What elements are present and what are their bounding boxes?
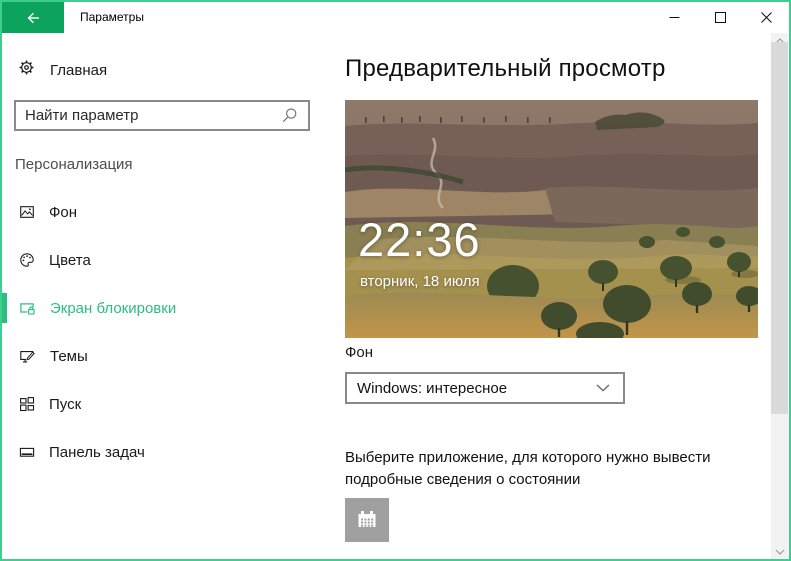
sidebar-item-label: Экран блокировки xyxy=(50,299,177,317)
maximize-icon xyxy=(714,12,726,23)
sidebar-item-start[interactable]: Пуск xyxy=(2,380,345,428)
preview-clock-date: вторник, 18 июля xyxy=(360,273,480,290)
sidebar-item-home[interactable]: Главная xyxy=(2,52,345,88)
main-content: Предварительный просмотр 22:36 вторник, … xyxy=(345,33,771,559)
settings-window: Параметры Главная Найти параметр Персона… xyxy=(0,0,791,561)
back-arrow-icon xyxy=(25,10,41,26)
page-title: Предварительный просмотр xyxy=(345,55,666,82)
search-input[interactable] xyxy=(16,107,281,124)
sidebar-nav: Фон Цвета Экран блокировки Темы Пуск Пан… xyxy=(2,188,345,476)
titlebar: Параметры xyxy=(2,2,789,33)
close-button[interactable] xyxy=(743,2,789,33)
sidebar-item-themes[interactable]: Темы xyxy=(2,332,345,380)
scrollbar-thumb[interactable] xyxy=(771,42,788,414)
sidebar-item-label: Главная xyxy=(50,61,108,79)
sidebar-item-label: Пуск xyxy=(49,395,82,413)
minimize-button[interactable] xyxy=(651,2,697,33)
vertical-scrollbar[interactable] xyxy=(771,33,788,559)
preview-clock-time: 22:36 xyxy=(358,213,481,266)
close-icon xyxy=(760,12,772,23)
sidebar-item-label: Темы xyxy=(50,347,88,365)
minimize-icon xyxy=(669,12,680,23)
settings-search-box xyxy=(14,100,310,131)
sidebar-item-background[interactable]: Фон xyxy=(2,188,345,236)
background-dropdown[interactable]: Windows: интересное xyxy=(345,372,625,404)
gear-icon xyxy=(18,59,35,81)
detailed-status-prompt: Выберите приложение, для которого нужно … xyxy=(345,449,711,488)
scrollbar-down-arrow-icon[interactable] xyxy=(771,544,788,559)
sidebar-item-colors[interactable]: Цвета xyxy=(2,236,345,284)
tiles-icon xyxy=(19,396,35,412)
lock-screen-preview: 22:36 вторник, 18 июля xyxy=(345,100,758,338)
sidebar: Главная Персонализация Фон xyxy=(2,33,345,559)
monitor-lock-icon xyxy=(19,300,36,317)
sidebar-item-label: Фон xyxy=(49,203,78,221)
magnifier-icon[interactable] xyxy=(281,107,298,124)
sidebar-item-label: Панель задач xyxy=(49,443,145,461)
calendar-icon xyxy=(355,508,379,532)
background-field-label: Фон xyxy=(345,344,374,361)
image-icon xyxy=(19,204,35,220)
sidebar-section-label: Персонализация xyxy=(15,156,133,173)
monitor-pen-icon xyxy=(19,348,36,365)
detailed-status-app-button[interactable] xyxy=(345,498,389,542)
window-title: Параметры xyxy=(80,10,144,24)
sidebar-item-lock-screen[interactable]: Экран блокировки xyxy=(2,284,345,332)
maximize-button[interactable] xyxy=(697,2,743,33)
palette-icon xyxy=(19,252,35,268)
background-dropdown-value: Windows: интересное xyxy=(357,379,508,397)
taskbar-icon xyxy=(19,444,35,460)
chevron-down-icon xyxy=(596,384,610,392)
sidebar-item-taskbar[interactable]: Панель задач xyxy=(2,428,345,476)
back-button[interactable] xyxy=(2,2,64,33)
sidebar-item-label: Цвета xyxy=(49,251,91,269)
window-controls xyxy=(651,2,789,33)
